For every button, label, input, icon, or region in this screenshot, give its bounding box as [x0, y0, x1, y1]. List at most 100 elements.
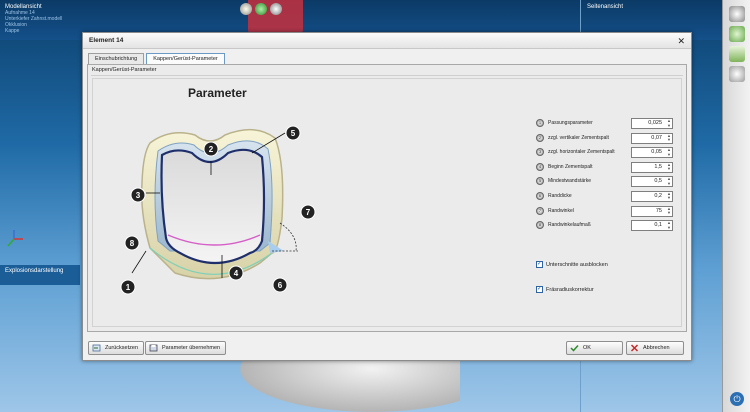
- param-number-icon: 1: [536, 119, 544, 127]
- param-label: Randwinkelaufmaß: [548, 222, 591, 229]
- spinner-icon[interactable]: ▲ ▼: [667, 177, 671, 186]
- tool-stack-icon[interactable]: [729, 66, 745, 82]
- side-view-title: Seitenansicht: [587, 4, 624, 10]
- checkbox-label: Fräsradiuskorrektur: [546, 286, 594, 293]
- param-row: 8 Randwinkelaufmaß 0,1 ▲ ▼: [536, 219, 674, 234]
- spinner-icon[interactable]: ▲ ▼: [667, 133, 671, 143]
- marker-7-icon: 7: [300, 204, 316, 220]
- tool-green-icon[interactable]: [729, 26, 745, 42]
- section-title: Kappen/Gerüst-Parameter: [92, 67, 157, 73]
- param-value[interactable]: 1,5: [654, 164, 662, 170]
- spinner-icon[interactable]: ▲ ▼: [667, 162, 671, 172]
- param-label: Beginn Zementspalt: [548, 163, 593, 170]
- tab-insertion-direction[interactable]: Einschubrichtung: [88, 53, 145, 64]
- param-row: 7 Randwinkel 75 ▲ ▼: [536, 205, 674, 220]
- save-icon: [149, 344, 158, 352]
- param-value-field[interactable]: 0,1 ▲ ▼: [631, 220, 673, 232]
- view-icon-2[interactable]: [255, 3, 267, 15]
- param-row: 5 Mindestwandstärke 0,5 ▲ ▼: [536, 175, 674, 190]
- ok-button[interactable]: OK: [566, 341, 623, 355]
- param-row: 4 Beginn Zementspalt 1,5 ▲ ▼: [536, 161, 674, 176]
- checkbox-checked[interactable]: ✓: [536, 261, 543, 268]
- marker-1-label: 1: [126, 283, 131, 292]
- checkbox-label: Unterschnitte ausblocken: [546, 261, 608, 268]
- marker-3-icon: 3: [130, 187, 146, 203]
- check-icon: [570, 344, 579, 352]
- param-number-icon: 6: [536, 191, 544, 200]
- coping-cross-section-diagram: 2 5 3 7 8 4 6 1: [120, 125, 316, 295]
- model-tree-item[interactable]: Kappe: [5, 28, 77, 34]
- marker-8-label: 8: [130, 239, 135, 248]
- param-value[interactable]: 0,05: [651, 149, 662, 155]
- marker-8-icon: 8: [124, 235, 140, 251]
- param-row: 3 zzgl. horizontaler Zementspalt 0,05 ▲ ▼: [536, 146, 674, 161]
- param-value-field[interactable]: 0,5 ▲ ▼: [631, 176, 673, 188]
- param-value-field[interactable]: 1,5 ▲ ▼: [631, 161, 673, 173]
- element-dialog: Element 14 ✕ Einschubrichtung Kappen/Ger…: [82, 32, 692, 361]
- reset-icon: [92, 344, 101, 352]
- param-row: 6 Randdicke 0,2 ▲ ▼: [536, 190, 674, 205]
- reset-button-label[interactable]: Zurücksetzen: [105, 345, 138, 351]
- spinner-icon[interactable]: ▲ ▼: [667, 220, 671, 230]
- angle-arc: [279, 222, 297, 252]
- block-undercuts-checkbox-row[interactable]: ✓ Unterschnitte ausblocken: [536, 261, 608, 268]
- tool-sphere-icon[interactable]: [729, 6, 745, 22]
- param-value-field[interactable]: 0,05 ▲ ▼: [631, 147, 673, 159]
- param-number-icon: 7: [536, 206, 544, 215]
- param-value[interactable]: 75: [656, 208, 662, 214]
- param-value[interactable]: 0,5: [654, 178, 662, 184]
- spinner-icon[interactable]: ▲ ▼: [667, 191, 671, 201]
- ok-button-label[interactable]: OK: [583, 345, 591, 351]
- param-number-icon: 8: [536, 221, 544, 230]
- apply-parameters-button[interactable]: Parameter übernehmen: [145, 341, 227, 355]
- spinner-icon[interactable]: ▲ ▼: [667, 118, 671, 128]
- spinner-icon[interactable]: ▲ ▼: [667, 206, 671, 216]
- view-icon-3[interactable]: [270, 3, 282, 15]
- param-label: Randdicke: [548, 192, 572, 199]
- checkbox-checked[interactable]: ✓: [536, 286, 543, 293]
- dialog-tabs: Einschubrichtung Kappen/Gerüst-Parameter: [88, 53, 227, 64]
- marker-6-label: 6: [278, 281, 283, 290]
- tab-content: Kappen/Gerüst-Parameter Parameter 2 5 3 …: [87, 64, 687, 332]
- mill-radius-checkbox-row[interactable]: ✓ Fräsradiuskorrektur: [536, 286, 594, 293]
- divider: [91, 75, 683, 76]
- param-value-field[interactable]: 0,025 ▲ ▼: [631, 118, 673, 129]
- param-label: zzgl. vertikaler Zementspalt: [548, 134, 609, 141]
- marker-7-label: 7: [306, 208, 311, 217]
- marker-4-label: 4: [234, 269, 239, 278]
- param-value-field[interactable]: 0,2 ▲ ▼: [631, 190, 673, 202]
- dialog-title: Element 14: [89, 37, 124, 44]
- param-value[interactable]: 0,07: [651, 135, 662, 141]
- param-row: 1 Passungsparameter 0,025 ▲ ▼: [536, 117, 674, 132]
- axis-gizmo-icon: [7, 230, 23, 247]
- param-label: Passungsparameter: [548, 120, 593, 126]
- explosion-view-label[interactable]: Explosionsdarstellung: [0, 265, 80, 285]
- param-number-icon: 4: [536, 162, 544, 171]
- power-icon[interactable]: ⏻: [730, 392, 744, 406]
- param-label: Mindestwandstärke: [548, 178, 592, 185]
- param-value-field[interactable]: 75 ▲ ▼: [631, 205, 673, 217]
- spinner-icon[interactable]: ▲ ▼: [667, 147, 671, 157]
- marker-6-icon: 6: [272, 277, 288, 293]
- marker-1-icon: 1: [120, 279, 136, 295]
- dialog-titlebar: Element 14 ✕: [83, 33, 691, 49]
- cancel-button[interactable]: Abbrechen: [626, 341, 684, 355]
- marker-5-icon: 5: [285, 125, 301, 141]
- param-label: Randwinkel: [548, 207, 574, 214]
- param-value[interactable]: 0,025: [648, 120, 662, 126]
- close-icon[interactable]: ✕: [677, 33, 685, 49]
- scan-model-bottom: [240, 358, 460, 412]
- model-view-panel: Modellansicht Aufnahme 14 Unterkiefer Za…: [0, 0, 82, 40]
- marker-2-icon: 2: [203, 141, 219, 157]
- apply-button-label[interactable]: Parameter übernehmen: [162, 345, 220, 351]
- reset-button[interactable]: Zurücksetzen: [88, 341, 145, 355]
- parameter-heading: Parameter: [188, 86, 247, 100]
- param-value-field[interactable]: 0,07 ▲ ▼: [631, 132, 673, 144]
- param-number-icon: 5: [536, 177, 544, 186]
- param-value[interactable]: 0,1: [654, 222, 662, 228]
- tool-clipboard-icon[interactable]: [729, 46, 745, 62]
- param-value[interactable]: 0,2: [654, 193, 662, 199]
- view-icon-1[interactable]: [240, 3, 252, 15]
- tab-cap-framework-parameters[interactable]: Kappen/Gerüst-Parameter: [146, 53, 225, 64]
- cancel-button-label[interactable]: Abbrechen: [643, 345, 670, 351]
